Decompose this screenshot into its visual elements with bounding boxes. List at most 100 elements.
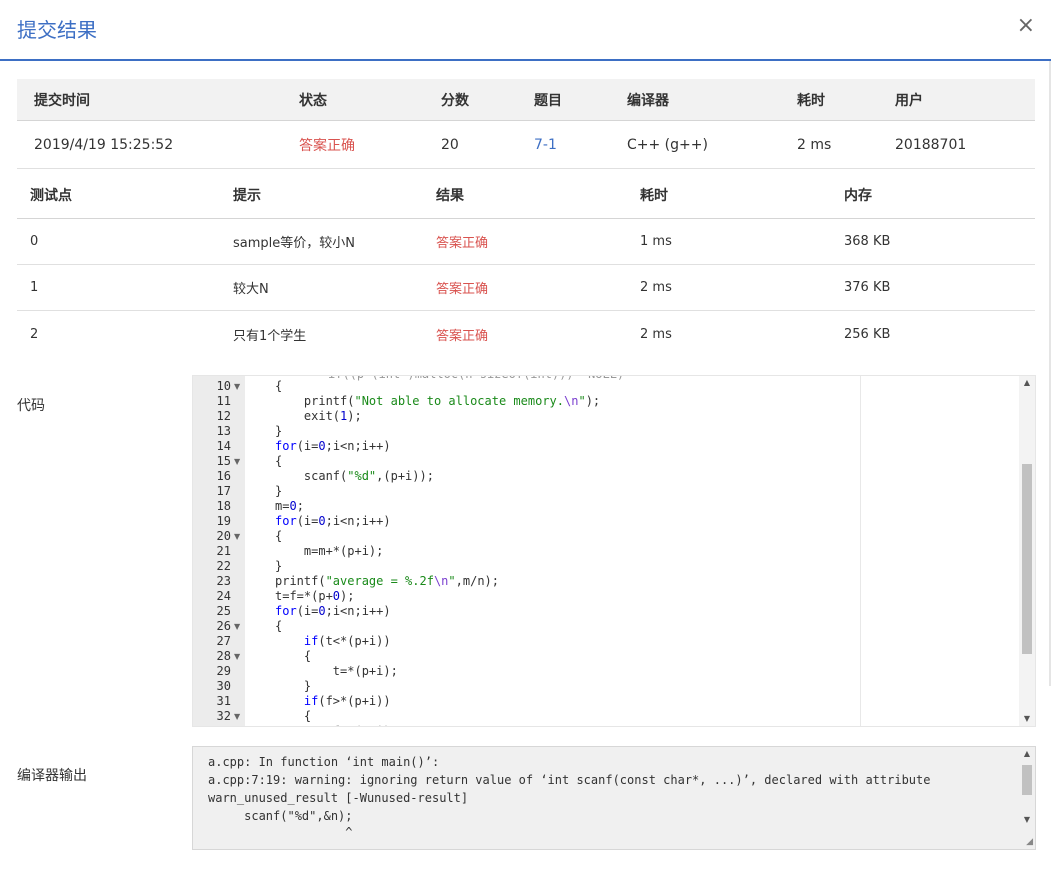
code-editor[interactable]: if((p=(int*)malloc(n*sizeof(int)))==NULL… (192, 375, 1036, 727)
compiler-output-box[interactable]: a.cpp: In function ‘int main()’: a.cpp:7… (192, 746, 1036, 850)
fold-toggle-icon[interactable]: ▼ (234, 454, 240, 469)
table-row: 1 较大N 答案正确 2 ms 376 KB (17, 265, 1035, 311)
test-hint: 只有1个学生 (233, 328, 307, 344)
header-memory: 内存 (844, 187, 872, 204)
test-id: 2 (30, 326, 39, 342)
header-result: 结果 (436, 187, 464, 204)
line-number: 22 (216, 559, 231, 573)
code-line: { (275, 649, 312, 663)
status-badge: 答案正确 (299, 137, 355, 154)
code-content[interactable]: if((p=(int*)malloc(n*sizeof(int)))==NULL… (245, 376, 1019, 726)
fold-toggle-icon[interactable]: ▼ (234, 709, 240, 724)
test-time: 2 ms (640, 280, 672, 295)
code-line: } (275, 559, 283, 573)
test-id: 1 (30, 280, 39, 295)
tests-header-row: 测试点 提示 结果 耗时 内存 (17, 171, 1035, 219)
line-number: 26 (216, 619, 231, 633)
output-line: a.cpp:7:19: warning: ignoring return val… (208, 773, 931, 787)
code-line: { (275, 454, 283, 468)
code-line: { (275, 709, 312, 723)
editor-scrollbar[interactable]: ▲ ▼ (1019, 376, 1035, 726)
line-number: 32 (216, 709, 231, 723)
line-number: 25 (216, 604, 231, 618)
code-line: printf("Not able to allocate memory.\n")… (275, 394, 601, 408)
line-number: 13 (216, 424, 231, 438)
line-number: 19 (216, 514, 231, 528)
fold-toggle-icon[interactable]: ▼ (234, 529, 240, 544)
test-cases-table: 测试点 提示 结果 耗时 内存 0 sample等价，较小N 答案正确 1 ms… (17, 171, 1035, 357)
submit-time: 2019/4/19 15:25:52 (34, 136, 174, 153)
code-line: exit(1); (275, 409, 362, 423)
code-line: { (275, 379, 283, 393)
test-memory: 368 KB (844, 234, 891, 249)
line-number: 31 (216, 694, 231, 708)
code-line: if(t<*(p+i)) (303, 634, 391, 648)
scroll-down-icon[interactable]: ▼ (1019, 712, 1035, 726)
header-problem: 题目 (534, 92, 562, 109)
output-line: warn_unused_result [-Wunused-result] (208, 791, 469, 805)
code-line: for(i=0;i<n;i++) (275, 514, 391, 528)
header-score: 分数 (441, 92, 469, 109)
line-number: 24 (216, 589, 231, 603)
compiler-output-label: 编译器输出 (17, 768, 87, 784)
problem-link[interactable]: 7-1 (534, 121, 557, 168)
code-line: if(f>*(p+i)) (303, 694, 391, 708)
scroll-down-icon[interactable]: ▼ (1019, 813, 1035, 827)
test-time: 2 ms (640, 326, 672, 342)
output-scrollbar[interactable]: ▲ ▼ (1019, 747, 1035, 849)
code-line: } (275, 679, 312, 693)
close-icon[interactable]: × (1017, 15, 1035, 37)
code-line: m=m+*(p+i); (275, 544, 384, 558)
line-number: 23 (216, 574, 231, 588)
fold-toggle-icon[interactable]: ▼ (234, 649, 240, 664)
scrollbar-thumb[interactable] (1022, 464, 1032, 654)
header-hint: 提示 (233, 187, 261, 204)
line-number: 27 (216, 634, 231, 648)
line-number: 20 (216, 529, 231, 543)
code-line: } (275, 424, 283, 438)
test-memory: 256 KB (844, 326, 891, 342)
code-line: { (275, 619, 283, 633)
header-duration: 耗时 (797, 92, 825, 109)
scroll-up-icon[interactable]: ▲ (1019, 376, 1035, 390)
compiler-value: C++ (g++) (627, 136, 708, 153)
code-line: t=*(p+i); (275, 664, 398, 678)
table-row: 0 sample等价，较小N 答案正确 1 ms 368 KB (17, 219, 1035, 265)
line-number: 15 (216, 454, 231, 468)
scrollbar-thumb[interactable] (1022, 765, 1032, 795)
modal-header: 提交结果 × (0, 0, 1051, 61)
code-line: printf("average = %.2f\n",m/n); (275, 574, 499, 588)
header-test-id: 测试点 (30, 187, 72, 204)
test-time: 1 ms (640, 234, 672, 249)
header-status: 状态 (299, 92, 327, 109)
test-hint: 较大N (233, 282, 269, 297)
scroll-up-icon[interactable]: ▲ (1019, 747, 1035, 761)
line-number: 16 (216, 469, 231, 483)
output-line: a.cpp: In function ‘int main()’: (208, 755, 440, 769)
code-line: for(i=0;i<n;i++) (275, 604, 391, 618)
code-line: { (275, 529, 283, 543)
code-label: 代码 (17, 398, 45, 414)
line-number: 18 (216, 499, 231, 513)
code-line: scanf("%d",(p+i)); (275, 469, 434, 483)
header-test-time: 耗时 (640, 187, 668, 204)
code-line: t=f=*(p+0); (275, 589, 355, 603)
code-line: for(i=0;i<n;i++) (275, 439, 391, 453)
line-number: 29 (216, 664, 231, 678)
line-number: 12 (216, 409, 231, 423)
fold-toggle-icon[interactable]: ▼ (234, 379, 240, 394)
modal-title: 提交结果 (17, 18, 97, 42)
output-line: ^ (208, 825, 353, 839)
fold-toggle-icon[interactable]: ▼ (234, 619, 240, 634)
test-memory: 376 KB (844, 280, 891, 295)
test-result: 答案正确 (436, 236, 489, 251)
table-row: 2 只有1个学生 答案正确 2 ms 256 KB (17, 311, 1035, 357)
line-number: 17 (216, 484, 231, 498)
line-number: 30 (216, 679, 231, 693)
summary-header-row: 提交时间 状态 分数 题目 编译器 耗时 用户 (17, 79, 1035, 121)
resize-handle-icon[interactable]: ◢ (1026, 837, 1033, 847)
line-number: 11 (216, 394, 231, 408)
duration-value: 2 ms (797, 136, 832, 153)
line-number: 21 (216, 544, 231, 558)
test-hint: sample等价，较小N (233, 236, 355, 251)
